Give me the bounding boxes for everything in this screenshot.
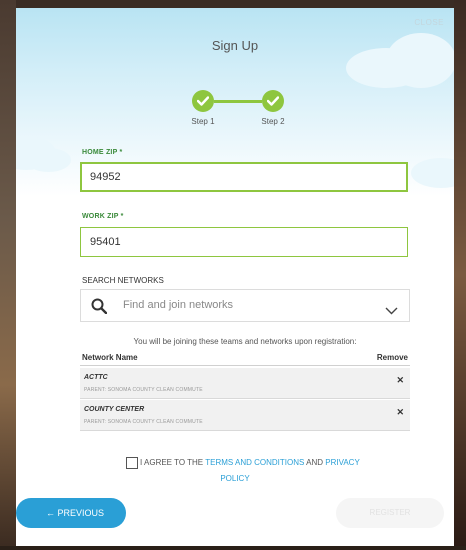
search-networks-dropdown[interactable]: Find and join networks <box>80 289 410 322</box>
work-zip-label: WORK ZIP * <box>82 213 124 220</box>
table-row: ACTTC PARENT: SONOMA COUNTY CLEAN COMMUT… <box>80 368 410 399</box>
privacy-link-part-2[interactable]: POLICY <box>16 474 454 483</box>
background-left <box>0 0 16 550</box>
agree-and: AND <box>304 458 326 467</box>
step-2-check-icon <box>262 90 284 112</box>
chevron-down-icon[interactable] <box>385 302 398 320</box>
remove-icon[interactable]: ✕ <box>396 407 404 418</box>
cloud-decoration <box>26 148 71 172</box>
step-1-label: Step 1 <box>191 117 215 126</box>
work-zip-input[interactable]: 95401 <box>80 227 408 257</box>
step-1-check-icon <box>192 90 214 112</box>
privacy-link-part-1[interactable]: PRIVACY <box>325 458 360 467</box>
networks-table-header: Network Name Remove <box>80 351 410 366</box>
network-name: COUNTY CENTER <box>84 406 145 413</box>
network-name: ACTTC <box>84 374 108 381</box>
step-2-label: Step 2 <box>261 117 285 126</box>
network-name-header: Network Name <box>82 353 138 362</box>
table-row: COUNTY CENTER PARENT: SONOMA COUNTY CLEA… <box>80 400 410 431</box>
step-connector <box>214 100 262 103</box>
home-zip-input[interactable]: 94952 <box>80 162 408 192</box>
signup-modal: CLOSE Sign Up Step 1 Step 2 HOME ZIP * 9… <box>16 8 454 546</box>
background-bottom <box>0 546 466 550</box>
previous-button[interactable]: ← PREVIOUS <box>16 498 126 528</box>
step-indicator: Step 1 Step 2 <box>191 90 302 130</box>
network-parent: PARENT: SONOMA COUNTY CLEAN COMMUTE <box>84 419 203 425</box>
background-top <box>0 0 466 8</box>
terms-link[interactable]: TERMS AND CONDITIONS <box>205 458 304 467</box>
agree-prefix: I AGREE TO THE <box>140 458 206 467</box>
search-icon <box>91 298 108 319</box>
search-networks-label: SEARCH NETWORKS <box>82 276 164 285</box>
search-input[interactable]: Find and join networks <box>123 299 233 311</box>
cloud-decoration <box>411 158 454 188</box>
agree-text: I AGREE TO THE TERMS AND CONDITIONS AND … <box>140 458 360 467</box>
background-right <box>454 0 466 550</box>
remove-icon[interactable]: ✕ <box>396 375 404 386</box>
network-parent: PARENT: SONOMA COUNTY CLEAN COMMUTE <box>84 387 203 393</box>
close-button[interactable]: CLOSE <box>414 18 444 27</box>
register-button[interactable]: REGISTER <box>336 498 444 528</box>
home-zip-label: HOME ZIP * <box>82 149 123 156</box>
remove-header: Remove <box>376 353 408 362</box>
page-title: Sign Up <box>211 38 259 53</box>
networks-note: You will be joining these teams and netw… <box>133 337 357 346</box>
agree-checkbox[interactable] <box>126 457 138 469</box>
